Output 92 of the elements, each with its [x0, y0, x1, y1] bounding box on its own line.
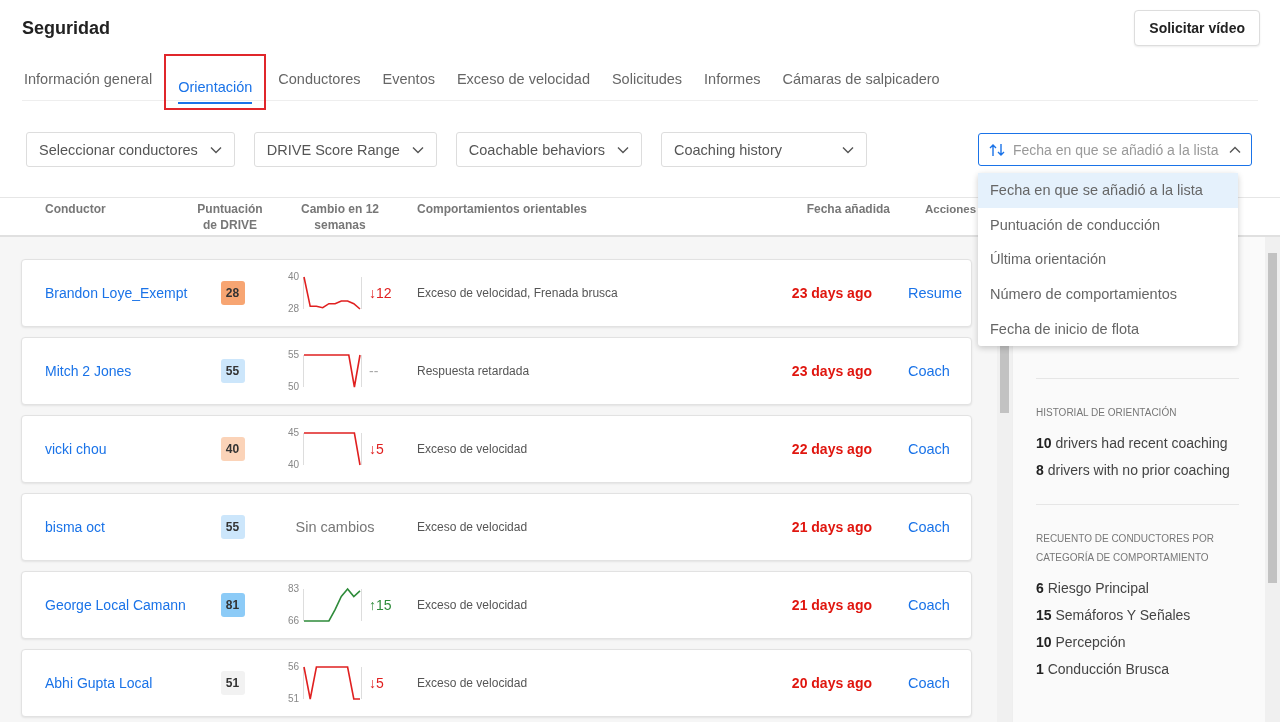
- tick-label: 28: [287, 302, 299, 314]
- behaviors-text: Exceso de velocidad: [416, 676, 529, 690]
- chevron-down-icon: [209, 145, 222, 154]
- tick-label: 50: [287, 380, 299, 392]
- summary-item: 6 Riesgo Principal: [1036, 579, 1150, 598]
- score-change: --: [369, 363, 379, 379]
- column-header: Conductor: [45, 201, 107, 218]
- action-link[interactable]: Coach: [908, 363, 971, 379]
- summary-item: 15 Semáforos Y Señales: [1036, 606, 1192, 625]
- date-added: 20 days ago: [791, 675, 873, 691]
- sort-icon: [989, 142, 1005, 157]
- sparkline: [303, 354, 361, 388]
- date-added: 22 days ago: [791, 441, 873, 457]
- sort-option[interactable]: Última orientación: [978, 242, 1238, 277]
- tab[interactable]: Información general: [22, 58, 163, 100]
- tick-label: 55: [287, 348, 299, 360]
- request-video-button[interactable]: Solicitar vídeo: [1134, 10, 1260, 46]
- sparkline: [303, 276, 361, 310]
- driver-name-link[interactable]: vicki chou: [45, 441, 200, 457]
- behaviors-text: Exceso de velocidad, Frenada brusca: [416, 286, 619, 300]
- driver-name-link[interactable]: Brandon Loye_Exempt: [45, 285, 200, 301]
- tick-label: 83: [287, 582, 299, 594]
- summary-item: 10 Percepción: [1036, 633, 1127, 652]
- sparkline: [303, 432, 361, 466]
- score-badge: 81: [220, 593, 245, 617]
- filter-dropdown[interactable]: Seleccionar conductores: [26, 132, 235, 167]
- sort-option[interactable]: Fecha en que se añadió a la lista: [978, 173, 1238, 208]
- summary-item: 1 Conducción Brusca: [1036, 660, 1171, 679]
- driver-name-link[interactable]: Abhi Gupta Local: [45, 675, 200, 691]
- score-badge: 55: [220, 359, 245, 383]
- tick-label: 56: [287, 660, 299, 672]
- action-link[interactable]: Resume: [908, 285, 971, 301]
- behaviors-text: Exceso de velocidad: [416, 442, 529, 456]
- tab[interactable]: Solicitudes: [601, 58, 693, 100]
- action-link[interactable]: Coach: [908, 675, 971, 691]
- column-header: Fecha añadida: [805, 201, 890, 218]
- column-header: Comportamientos orientables: [416, 201, 589, 218]
- behaviors-text: Exceso de velocidad: [416, 598, 529, 612]
- section-title: HISTORIAL DE ORIENTACIÓN: [1036, 405, 1178, 420]
- section-title: RECUENTO DE CONDUCTORES POR CATEGORÍA DE COMPORTAMIENTO: [1036, 532, 1215, 565]
- tick-label: 40: [287, 270, 299, 282]
- tick-label: 51: [287, 692, 299, 704]
- chevron-down-icon: [842, 145, 854, 154]
- date-added: 21 days ago: [791, 597, 873, 613]
- filter-dropdown[interactable]: Coachable behaviors: [455, 132, 642, 167]
- chevron-up-icon: [1229, 145, 1241, 154]
- score-badge: 40: [220, 437, 245, 461]
- score-change: ↑15: [369, 597, 392, 613]
- filter-dropdown[interactable]: DRIVE Score Range: [253, 132, 437, 167]
- action-link[interactable]: Coach: [908, 597, 971, 613]
- tab[interactable]: Cámaras de salpicadero: [772, 58, 950, 100]
- tab[interactable]: Eventos: [372, 58, 445, 100]
- tick-label: 40: [287, 458, 299, 470]
- score-change: ↓5: [369, 441, 384, 457]
- tick-label: 66: [287, 614, 299, 626]
- tab[interactable]: Conductores: [268, 58, 371, 100]
- tick-label: 45: [287, 426, 299, 438]
- sort-option[interactable]: Puntuación de conducción: [978, 207, 1238, 243]
- action-link[interactable]: Coach: [908, 441, 971, 457]
- sort-option[interactable]: Fecha de inicio de flota: [978, 311, 1238, 346]
- tab[interactable]: Orientación: [164, 54, 267, 110]
- score-badge: 51: [220, 671, 245, 695]
- score-badge: 55: [220, 515, 245, 539]
- sort-dropdown[interactable]: Fecha en que se añadió a la lista: [978, 133, 1252, 166]
- scrollbar[interactable]: [1265, 237, 1280, 722]
- behaviors-text: Exceso de velocidad: [416, 520, 529, 534]
- chevron-down-icon: [411, 145, 424, 154]
- sparkline: [303, 666, 361, 700]
- action-link[interactable]: Coach: [908, 519, 971, 535]
- summary-item: 10 drivers had recent coaching: [1036, 434, 1229, 453]
- score-change: Sin cambios: [295, 519, 375, 535]
- page-title: Seguridad: [22, 17, 110, 39]
- score-change: ↓12: [369, 285, 392, 301]
- score-change: ↓5: [369, 675, 384, 691]
- driver-name-link[interactable]: George Local Camann: [45, 597, 200, 613]
- chevron-down-icon: [617, 145, 629, 154]
- driver-name-link[interactable]: bisma oct: [45, 519, 200, 535]
- behaviors-text: Respuesta retardada: [416, 364, 531, 378]
- column-header: Cambio en 12 semanas: [300, 201, 380, 234]
- summary-item: 8 drivers with no prior coaching: [1036, 461, 1231, 480]
- date-added: 23 days ago: [791, 285, 873, 301]
- date-added: 23 days ago: [791, 363, 873, 379]
- column-header: Puntuación de DRIVE: [196, 201, 264, 234]
- score-badge: 28: [220, 281, 245, 305]
- date-added: 21 days ago: [791, 519, 873, 535]
- sparkline: [303, 587, 361, 622]
- tab[interactable]: Exceso de velocidad: [446, 58, 600, 100]
- sort-option[interactable]: Número de comportamientos: [978, 276, 1238, 312]
- filter-dropdown[interactable]: Coaching history: [661, 132, 867, 167]
- driver-name-link[interactable]: Mitch 2 Jones: [45, 363, 200, 379]
- tab[interactable]: Informes: [694, 58, 771, 100]
- column-header: Acciones: [924, 202, 975, 217]
